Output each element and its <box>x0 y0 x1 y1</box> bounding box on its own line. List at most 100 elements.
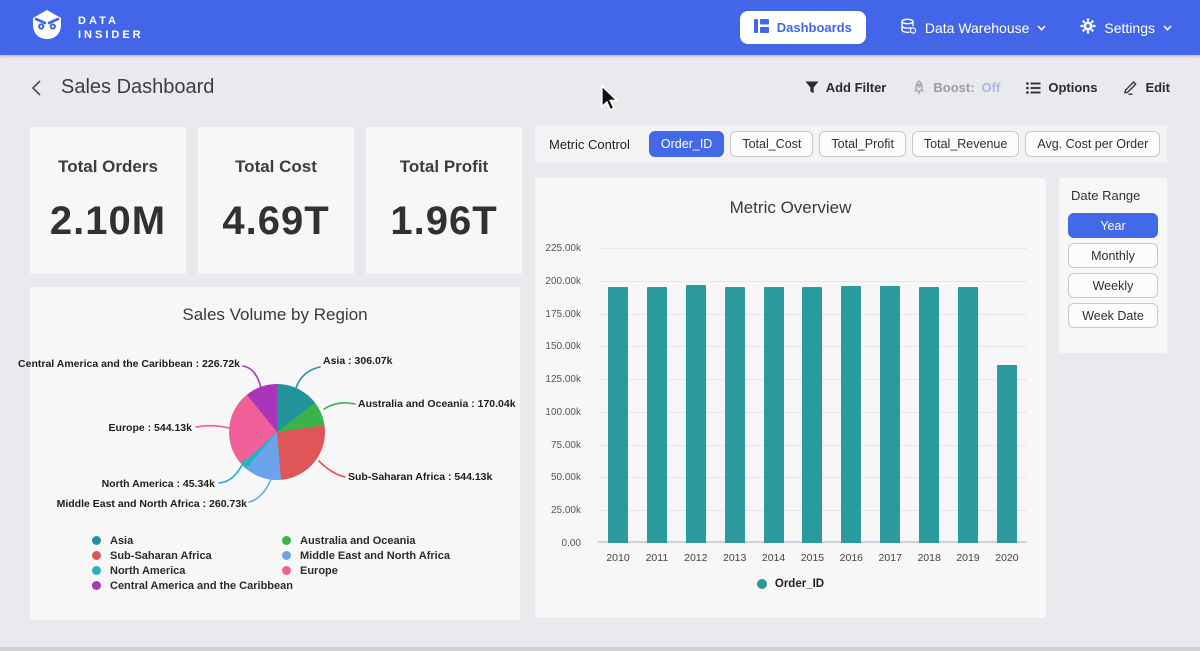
top-navbar: DATA INSIDER Dashboards <box>0 0 1200 55</box>
legend-dot <box>282 551 291 560</box>
bar-slot: 2019 <box>958 248 978 543</box>
app-root: DATA INSIDER Dashboards <box>0 0 1200 651</box>
navbar-right: Dashboards Data Warehouse <box>740 11 1172 44</box>
date-range-monthly-button[interactable]: Monthly <box>1068 243 1158 268</box>
legend-label: Sub-Saharan Africa <box>110 550 212 562</box>
bar-chart-y-axis: 225.00k200.00k175.00k150.00k125.00k100.0… <box>535 248 589 543</box>
y-tick-label: 75.00k <box>551 440 581 451</box>
bar-slot: 2015 <box>802 248 822 543</box>
metric-button-avg-cost-per-order[interactable]: Avg. Cost per Order <box>1025 131 1160 157</box>
chevron-down-icon <box>1163 25 1172 31</box>
edit-button[interactable]: Edit <box>1123 80 1170 95</box>
options-button[interactable]: Options <box>1026 80 1097 95</box>
owl-logo-icon <box>28 8 66 47</box>
header-actions: Add Filter Boost: Off Options <box>805 80 1170 95</box>
metric-button-total-profit[interactable]: Total_Profit <box>819 131 906 157</box>
bar-slot: 2013 <box>725 248 745 543</box>
list-icon <box>1026 82 1041 94</box>
bar-2017[interactable] <box>880 286 900 543</box>
pie-legend-item: North America <box>92 563 293 578</box>
bar-2012[interactable] <box>686 285 706 543</box>
metric-button-total-cost[interactable]: Total_Cost <box>730 131 813 157</box>
legend-dot <box>92 551 101 560</box>
bar-2018[interactable] <box>919 287 939 543</box>
bar-2019[interactable] <box>958 287 978 543</box>
bar-2011[interactable] <box>647 287 667 543</box>
back-button[interactable] <box>30 79 43 97</box>
x-tick-label: 2019 <box>956 552 979 564</box>
gear-icon <box>1080 18 1096 37</box>
pie-label-north-america: North America : 45.34k <box>102 478 215 490</box>
x-tick-label: 2014 <box>762 552 785 564</box>
kpi-value: 4.69T <box>222 199 329 244</box>
boost-toggle[interactable]: Boost: Off <box>912 80 1000 95</box>
bar-slot: 2014 <box>764 248 784 543</box>
pie-label-europe: Europe : 544.13k <box>109 422 192 434</box>
bar-slot: 2018 <box>919 248 939 543</box>
chevron-down-icon <box>1037 25 1046 31</box>
date-range-week-date-button[interactable]: Week Date <box>1068 303 1158 328</box>
bar-2013[interactable] <box>725 287 745 543</box>
settings-menu[interactable]: Settings <box>1080 18 1172 37</box>
add-filter-button[interactable]: Add Filter <box>805 80 887 95</box>
bar-2010[interactable] <box>608 287 628 543</box>
date-range-card: Date Range Year Monthly Weekly Week Date <box>1059 178 1167 353</box>
sales-volume-card: Sales Volume by Region Asia : 306.07k Au… <box>30 287 520 620</box>
kpi-label: Total Cost <box>235 157 317 177</box>
bar-slot: 2020 <box>997 248 1017 543</box>
y-tick-label: 0.00 <box>562 538 581 549</box>
bar-slot: 2017 <box>880 248 900 543</box>
bar-slot: 2016 <box>841 248 861 543</box>
y-tick-label: 125.00k <box>545 374 581 385</box>
bar-slot: 2010 <box>608 248 628 543</box>
bar-2015[interactable] <box>802 287 822 543</box>
legend-dot <box>757 579 767 589</box>
pie-legend-column-2: Australia and Oceania Middle East and Nor… <box>282 533 450 578</box>
legend-label: Middle East and North Africa <box>300 550 450 562</box>
legend-label: Australia and Oceania <box>300 535 416 547</box>
brand[interactable]: DATA INSIDER <box>28 8 144 47</box>
pie-chart[interactable] <box>229 384 325 480</box>
x-tick-label: 2018 <box>917 552 940 564</box>
kpi-label: Total Profit <box>400 157 488 177</box>
bar-plot: 2010201120122013201420152016201720182019… <box>598 248 1027 543</box>
filter-icon <box>805 81 819 94</box>
kpi-card-total-orders: Total Orders 2.10M <box>30 127 186 274</box>
bar-2014[interactable] <box>764 287 784 543</box>
legend-dot <box>282 536 291 545</box>
y-tick-label: 225.00k <box>545 243 581 254</box>
bottom-strip <box>0 647 1200 651</box>
x-tick-label: 2017 <box>879 552 902 564</box>
metric-button-total-revenue[interactable]: Total_Revenue <box>912 131 1019 157</box>
data-warehouse-menu[interactable]: Data Warehouse <box>900 18 1047 38</box>
boost-state: Off <box>982 80 1001 95</box>
pie-legend-item: Europe <box>282 563 450 578</box>
y-tick-label: 150.00k <box>545 341 581 352</box>
x-tick-label: 2013 <box>723 552 746 564</box>
y-tick-label: 50.00k <box>551 472 581 483</box>
pencil-icon <box>1123 80 1138 95</box>
database-icon <box>900 18 917 38</box>
x-tick-label: 2010 <box>606 552 629 564</box>
dashboards-button[interactable]: Dashboards <box>740 11 866 44</box>
date-range-year-button[interactable]: Year <box>1068 213 1158 238</box>
pie-chart-title: Sales Volume by Region <box>30 305 520 325</box>
y-tick-label: 100.00k <box>545 407 581 418</box>
metric-button-order-id[interactable]: Order_ID <box>649 131 724 157</box>
y-tick-label: 25.00k <box>551 505 581 516</box>
kpi-value: 2.10M <box>50 199 166 244</box>
metric-control-label: Metric Control <box>549 137 630 152</box>
kpi-card-total-cost: Total Cost 4.69T <box>198 127 354 274</box>
bar-2016[interactable] <box>841 286 861 544</box>
y-tick-label: 175.00k <box>545 309 581 320</box>
legend-dot <box>282 566 291 575</box>
bar-2020[interactable] <box>997 365 1017 543</box>
rocket-icon <box>912 80 926 95</box>
bar-series: 2010201120122013201420152016201720182019… <box>608 248 1017 543</box>
date-range-weekly-button[interactable]: Weekly <box>1068 273 1158 298</box>
pie-legend-item: Australia and Oceania <box>282 533 450 548</box>
pie-label-asia: Asia : 306.07k <box>323 355 392 367</box>
legend-label: Order_ID <box>775 578 824 590</box>
x-tick-label: 2011 <box>646 552 669 564</box>
bar-slot: 2012 <box>686 248 706 543</box>
